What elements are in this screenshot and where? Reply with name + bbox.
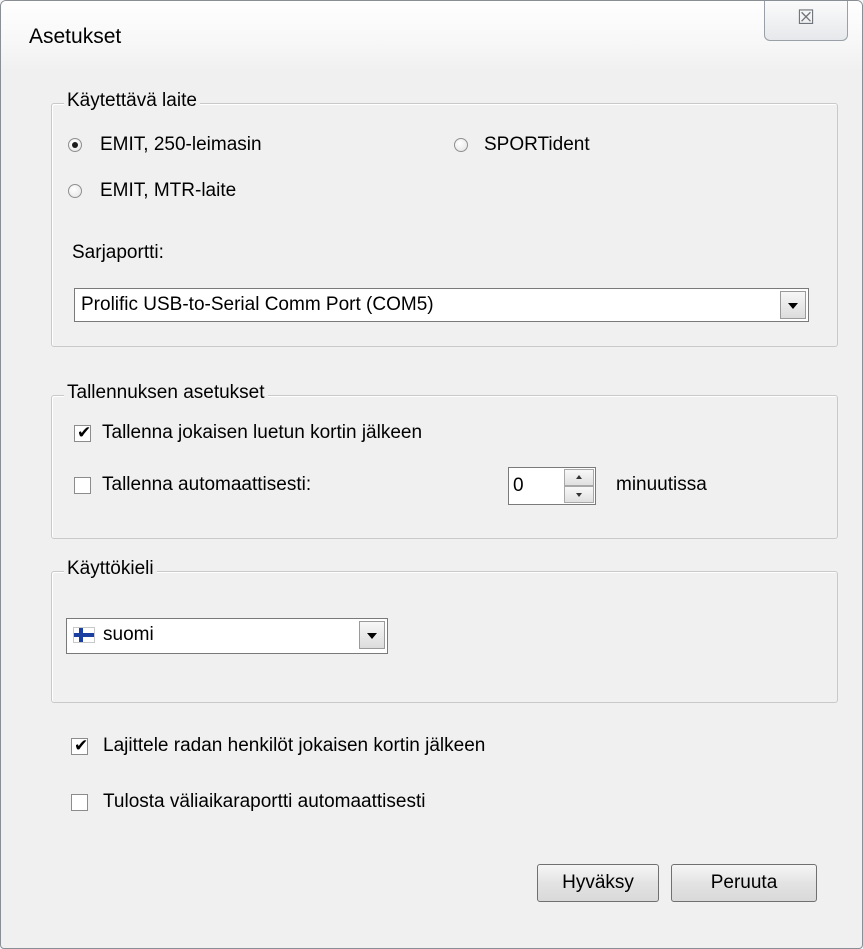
radio-emit-mtr-label: EMIT, MTR-laite [100,180,237,201]
sort-persons-option[interactable]: ✔ Lajittele radan henkilöt jokaisen kort… [71,735,591,761]
save-automatically-label: Tallenna automaattisesti: [102,474,312,495]
sort-persons-checkbox[interactable]: ✔ [71,736,89,755]
save-automatically-checkbox[interactable] [74,477,91,494]
dialog-body: Käytettävä laite EMIT, 250-leimasin SPOR… [19,71,846,937]
settings-dialog: Asetukset ☒ Käytettävä laite EMIT, 250-l… [0,0,863,949]
save-automatically-option[interactable]: Tallenna automaattisesti: [74,474,374,500]
save-after-each-card-label: Tallenna jokaisen luetun kortin jälkeen [102,422,423,443]
finland-flag-icon [73,627,95,643]
language-select[interactable]: suomi [66,618,388,654]
chevron-down-icon[interactable] [359,621,385,649]
radio-sportident-button[interactable] [454,138,468,152]
device-group: Käytettävä laite EMIT, 250-leimasin SPOR… [51,90,838,347]
radio-emit-250-label: EMIT, 250-leimasin [100,134,262,155]
save-group: Tallennuksen asetukset ✔ Tallenna jokais… [51,382,838,539]
serial-port-select[interactable]: Prolific USB-to-Serial Comm Port (COM5) [74,288,809,322]
language-group-legend: Käyttökieli [64,558,157,580]
ok-button[interactable]: Hyväksy [537,864,659,902]
interval-unit-label: minuutissa [616,474,707,495]
checkmark-icon: ✔ [74,736,89,755]
radio-emit-mtr-button[interactable] [68,184,82,198]
chevron-down-icon[interactable] [780,291,806,319]
print-split-report-option[interactable]: Tulosta väliaikaraportti automaattisesti [71,791,531,817]
save-after-each-card-option[interactable]: ✔ Tallenna jokaisen luetun kortin jälkee… [74,422,514,448]
language-group: Käyttökieli suomi [51,558,838,703]
spinner-down-icon[interactable] [564,486,594,503]
print-split-report-checkbox[interactable] [71,794,88,811]
sort-persons-label: Lajittele radan henkilöt jokaisen kortin… [103,735,486,756]
cancel-button[interactable]: Peruuta [671,864,817,902]
radio-emit-250-button[interactable] [68,138,82,152]
radio-emit-mtr[interactable]: EMIT, MTR-laite [66,180,366,206]
radio-emit-250[interactable]: EMIT, 250-leimasin [66,134,366,160]
language-value: suomi [103,624,154,645]
spinner-up-icon[interactable] [564,469,594,486]
checkmark-icon: ✔ [77,423,92,442]
print-split-report-label: Tulosta väliaikaraportti automaattisesti [103,791,426,812]
interval-spinner[interactable]: 0 [508,467,596,505]
close-button[interactable]: ☒ [764,1,848,41]
spinner-buttons [564,469,594,503]
serial-port-value: Prolific USB-to-Serial Comm Port (COM5) [81,294,434,315]
save-after-each-card-checkbox[interactable]: ✔ [74,423,92,442]
save-group-legend: Tallennuksen asetukset [64,382,268,404]
serial-port-label: Sarjaportti: [72,242,164,263]
device-group-legend: Käytettävä laite [64,90,200,112]
interval-value: 0 [513,475,524,496]
radio-sportident-label: SPORTident [484,134,590,155]
close-icon: ☒ [797,7,815,29]
dialog-title: Asetukset [29,25,122,48]
radio-sportident[interactable]: SPORTident [452,134,652,160]
title-bar[interactable]: Asetukset ☒ [1,1,862,71]
